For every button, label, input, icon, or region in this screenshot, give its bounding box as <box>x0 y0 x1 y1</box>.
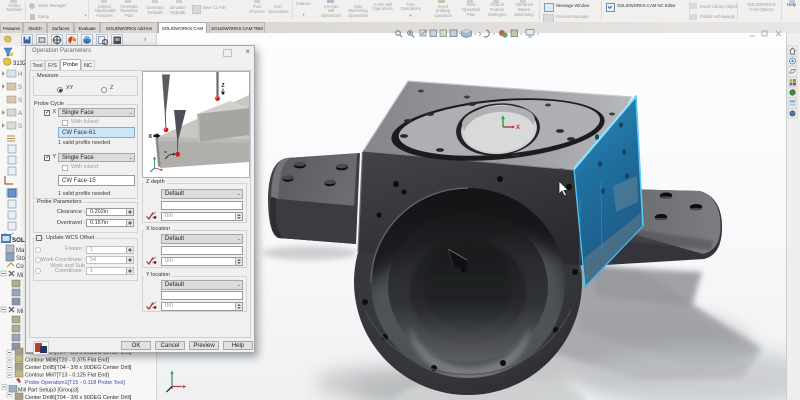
svg-text:X: X <box>149 134 153 140</box>
svg-text:Z: Z <box>222 83 225 89</box>
svg-text:X: X <box>516 125 520 131</box>
